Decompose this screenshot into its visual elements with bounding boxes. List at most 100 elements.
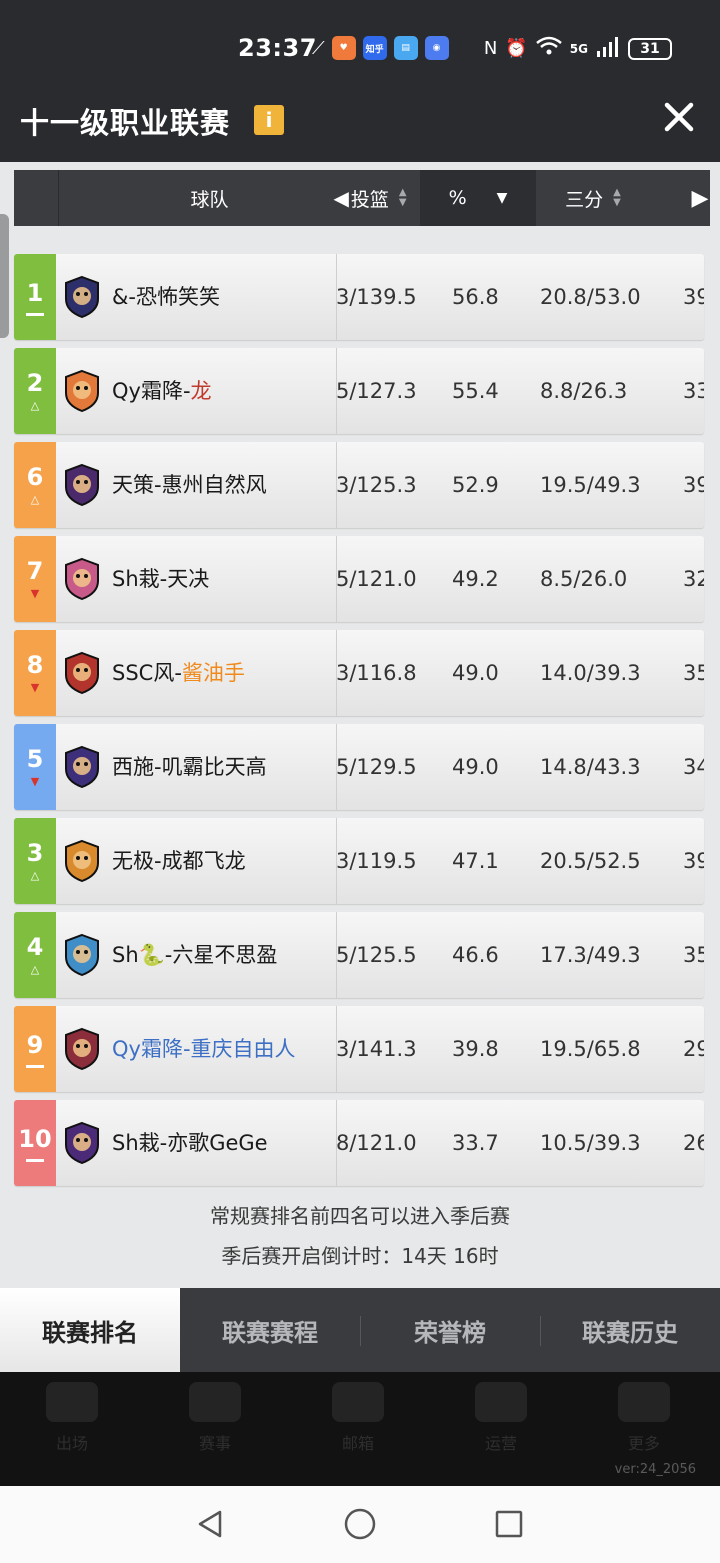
team-name-prefix: 西施-叽霸比天高 — [112, 755, 267, 779]
sort-icon: ▲ ▼ — [613, 187, 621, 208]
team-name-prefix: SSC风- — [112, 661, 182, 685]
column-three-label: 三分 — [565, 188, 604, 211]
tab-league-ranking[interactable]: 联赛排名 — [0, 1288, 180, 1372]
dialog-header: 十一级职业联赛 i — [0, 78, 720, 162]
status-time: 23:37 — [238, 34, 317, 62]
next-column-value: 33 — [683, 379, 704, 403]
tab-honor-board[interactable]: 荣誉榜 — [360, 1288, 540, 1372]
table-row[interactable]: 5 ▼ 西施-叽霸比天高 5/129.5 49.0 14.8/43.3 34 — [14, 724, 704, 810]
recents-icon — [495, 1510, 523, 1538]
three-value: 8.5/26.0 — [540, 567, 628, 591]
table-row[interactable]: 3 △ 无极-成都飞龙 3/119.5 47.1 20.5/52.5 39 — [14, 818, 704, 904]
rank-number: 3 — [26, 839, 44, 867]
table-row[interactable]: 2 △ Qy霜降-龙 5/127.3 55.4 8.8/26.3 33 — [14, 348, 704, 434]
table-row[interactable]: 7 ▼ Sh栽-天决 5/121.0 49.2 8.5/26.0 32 — [14, 536, 704, 622]
team-logo — [62, 839, 102, 883]
shoot-value: 8/121.0 — [336, 1131, 417, 1155]
shoot-value: 5/121.0 — [336, 567, 417, 591]
table-row[interactable]: 9 Qy霜降-重庆自由人 3/141.3 39.8 19.5/65.8 29 — [14, 1006, 704, 1092]
team-name-prefix: 天策-惠州自然风 — [112, 473, 267, 497]
shoot-value: 3/116.8 — [336, 661, 417, 685]
rank-badge: 3 △ — [14, 818, 56, 904]
home-button[interactable] — [342, 1506, 378, 1542]
team-name: Qy霜降-重庆自由人 — [112, 1006, 296, 1092]
next-column-value: 34 — [683, 755, 704, 779]
back-button[interactable] — [192, 1506, 228, 1542]
tab-league-history[interactable]: 联赛历史 — [540, 1288, 720, 1372]
shoot-value: 5/129.5 — [336, 755, 417, 779]
column-team[interactable]: 球队 — [58, 170, 360, 226]
table-row[interactable]: 4 △ Sh🐍-六星不思盈 5/125.5 46.6 17.3/49.3 35 — [14, 912, 704, 998]
rank-badge: 6 △ — [14, 442, 56, 528]
table-row[interactable]: 1 &-恐怖笑笑 3/139.5 56.8 20.8/53.0 39 — [14, 254, 704, 340]
page-title: 十一级职业联赛 — [20, 106, 231, 140]
rank-badge: 9 — [14, 1006, 56, 1092]
nav-item-mail: 邮箱 — [318, 1382, 398, 1454]
three-value: 14.8/43.3 — [540, 755, 641, 779]
scroll-left-icon[interactable]: ◀ — [333, 186, 348, 210]
team-name-prefix: &-恐怖笑笑 — [112, 285, 220, 309]
taobao-icon: ♥ — [331, 36, 356, 60]
rank-number: 6 — [26, 463, 44, 491]
team-name: 无极-成都飞龙 — [112, 818, 246, 904]
alarm-icon: ⏰ — [505, 38, 528, 59]
close-button[interactable] — [658, 96, 700, 138]
shoot-value: 3/125.3 — [336, 473, 417, 497]
table-row[interactable]: 8 ▼ SSC风-酱油手 3/116.8 49.0 14.0/39.3 35 — [14, 630, 704, 716]
info-button[interactable]: i — [254, 105, 284, 135]
back-icon — [198, 1510, 222, 1538]
rank-down-icon: ▼ — [30, 587, 40, 600]
tab-league-schedule[interactable]: 联赛赛程 — [180, 1288, 360, 1372]
nav-item-more: 更多 — [604, 1382, 684, 1454]
team-name-prefix: Sh栽-亦歌GeGe — [112, 1131, 268, 1155]
column-three[interactable]: 三分 ▲ ▼ — [536, 170, 650, 226]
three-value: 20.8/53.0 — [540, 285, 641, 309]
three-value: 19.5/49.3 — [540, 473, 641, 497]
team-logo — [62, 463, 102, 507]
team-name: 天策-惠州自然风 — [112, 442, 267, 528]
pct-value: 33.7 — [452, 1131, 499, 1155]
pct-value: 49.0 — [452, 661, 499, 685]
next-column-value: 39 — [683, 473, 704, 497]
team-name: Qy霜降-龙 — [112, 348, 212, 434]
table-row[interactable]: 10 Sh栽-亦歌GeGe 8/121.0 33.7 10.5/39.3 26 — [14, 1100, 704, 1186]
team-name-highlight: 龙 — [190, 379, 212, 403]
scroll-right-icon[interactable]: ▶ — [690, 170, 710, 226]
more-icon — [618, 1382, 670, 1422]
team-name-prefix: 无极-成都飞龙 — [112, 849, 246, 873]
shoot-value: 5/125.5 — [336, 943, 417, 967]
side-drawer-handle[interactable] — [0, 214, 9, 338]
team-name: &-恐怖笑笑 — [112, 254, 220, 340]
next-column-value: 29 — [683, 1037, 704, 1061]
shoot-value: 3/141.3 — [336, 1037, 417, 1061]
play-icon — [46, 1382, 98, 1422]
three-value: 19.5/65.8 — [540, 1037, 641, 1061]
three-value: 14.0/39.3 — [540, 661, 641, 685]
rank-number: 2 — [26, 369, 44, 397]
table-row[interactable]: 6 △ 天策-惠州自然风 3/125.3 52.9 19.5/49.3 39 — [14, 442, 704, 528]
recents-button[interactable] — [491, 1506, 527, 1542]
pct-value: 39.8 — [452, 1037, 499, 1061]
rank-badge: 1 — [14, 254, 56, 340]
rank-number: 5 — [26, 745, 44, 773]
column-shoot[interactable]: ◀ 投篮 ▲ ▼ — [320, 170, 420, 226]
rank-same-icon — [26, 1158, 44, 1162]
shoot-value: 3/119.5 — [336, 849, 417, 873]
rank-up-icon: △ — [30, 493, 40, 506]
bottom-tabs: 联赛排名 联赛赛程 荣誉榜 联赛历史 — [0, 1288, 720, 1372]
next-column-value: 32 — [683, 567, 704, 591]
rank-number: 7 — [26, 557, 44, 585]
nfc-icon: N — [483, 38, 498, 59]
signal-icon: 5G — [569, 41, 588, 56]
sort-desc-icon: ▼ — [496, 190, 508, 206]
home-icon — [344, 1508, 376, 1540]
column-pct[interactable]: % ▼ — [420, 170, 536, 226]
sort-icon: ▲ ▼ — [398, 187, 407, 208]
rank-number: 9 — [26, 1030, 44, 1059]
playoff-note: 常规赛排名前四名可以进入季后赛 — [210, 1204, 510, 1228]
pct-value: 52.9 — [452, 473, 499, 497]
rank-badge: 7 ▼ — [14, 536, 56, 622]
rank-badge: 5 ▼ — [14, 724, 56, 810]
team-name-prefix: Sh🐍-六星不思盈 — [112, 943, 278, 967]
three-value: 8.8/26.3 — [540, 379, 628, 403]
